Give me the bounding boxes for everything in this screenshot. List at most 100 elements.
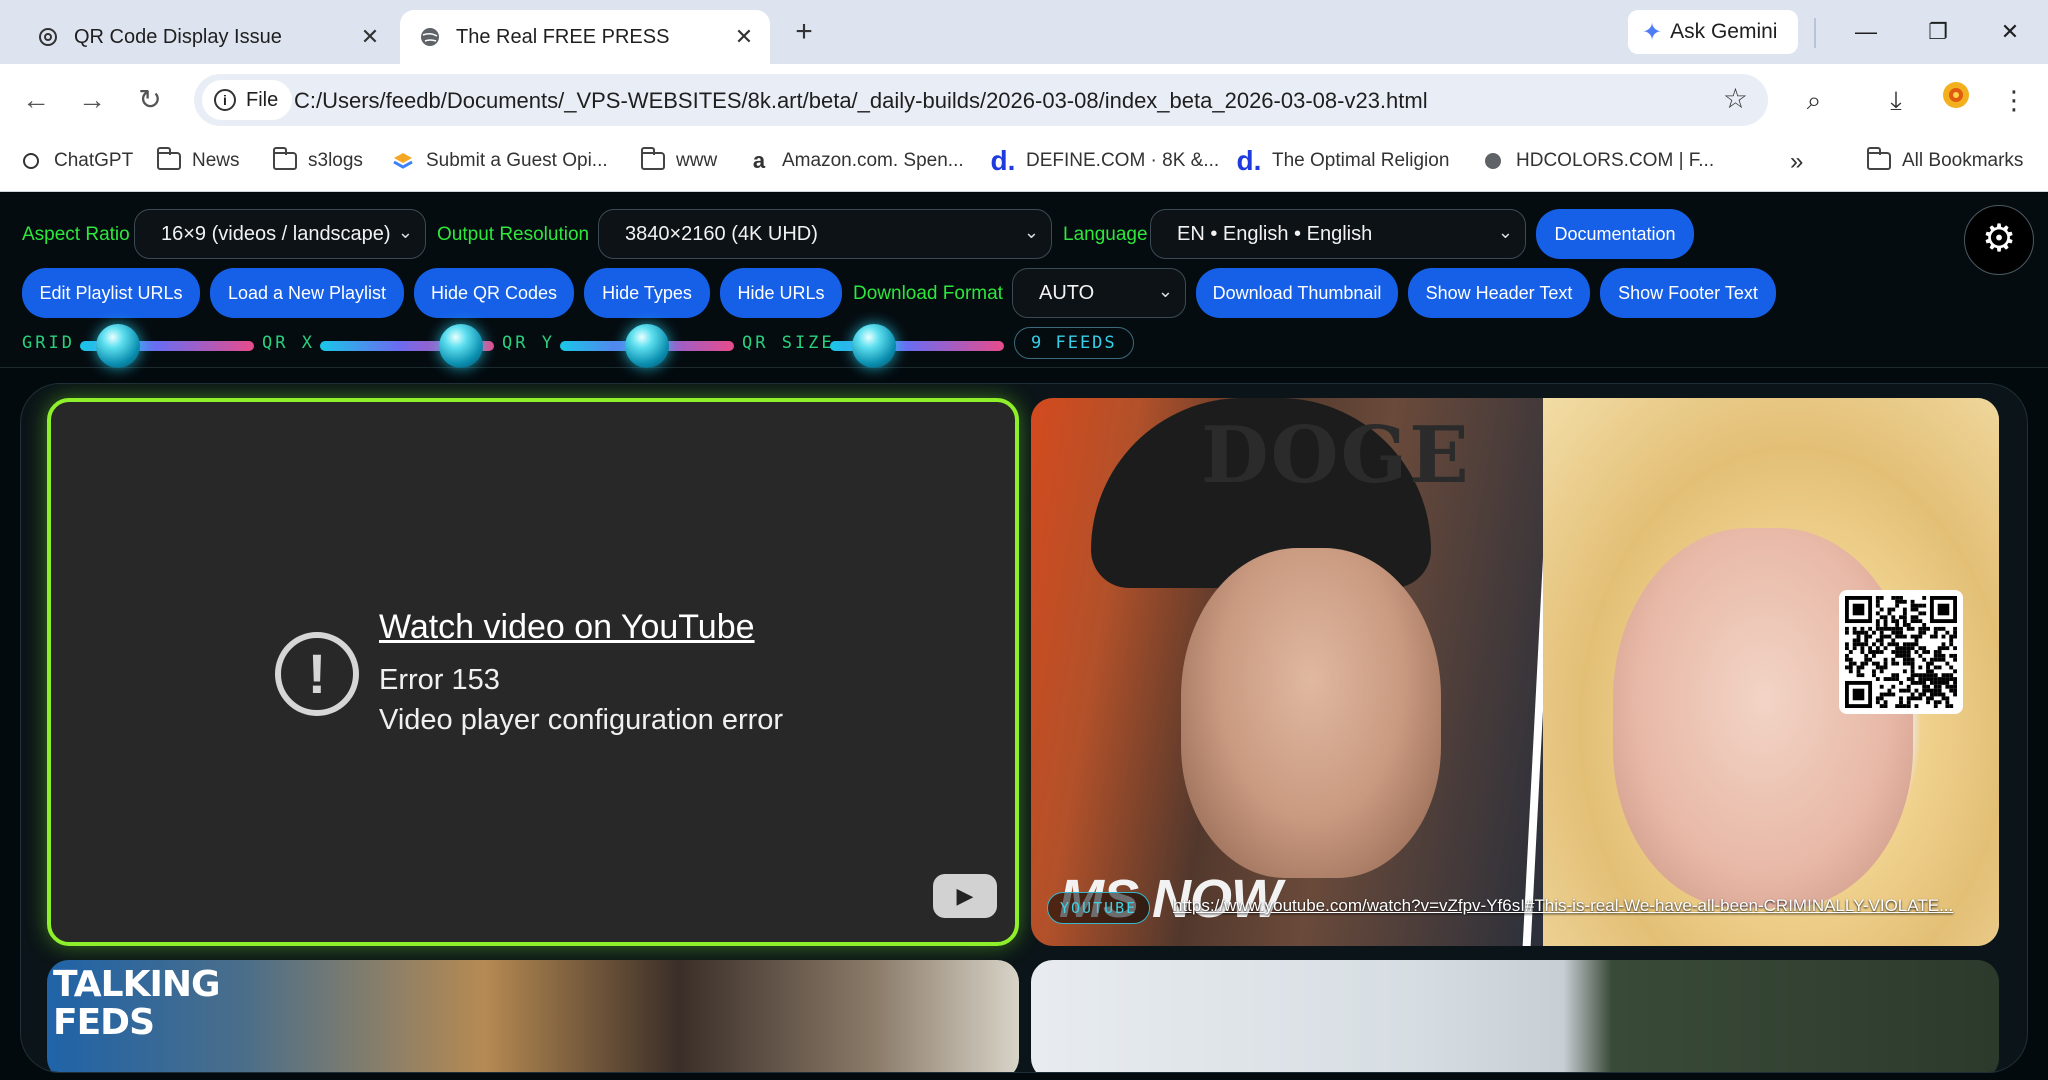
hide-urls-button[interactable]: Hide URLs: [720, 268, 842, 318]
chatgpt-icon: [36, 25, 60, 49]
qr-size-slider-knob[interactable]: [851, 324, 896, 368]
hide-qr-codes-button[interactable]: Hide QR Codes: [414, 268, 574, 318]
site-info-chip[interactable]: i File: [202, 80, 293, 120]
qr-y-slider-label: QR Y: [502, 333, 555, 353]
forward-arrow-icon[interactable]: →: [70, 78, 114, 122]
bookmark-label: Submit a Guest Opi...: [426, 150, 608, 171]
folder-icon: [272, 147, 298, 174]
video-thumbnail-cell[interactable]: [1031, 960, 1999, 1072]
download-thumbnail-button[interactable]: Download Thumbnail: [1196, 268, 1398, 318]
video-player-error-cell[interactable]: ! Watch video on YouTube Error 153 Video…: [47, 398, 1019, 946]
restore-icon[interactable]: ❐: [1918, 12, 1958, 52]
profile-avatar-icon[interactable]: [1936, 80, 1976, 120]
bookmark-label: DEFINE.COM · 8K &...: [1026, 150, 1220, 171]
woman-face: [1613, 528, 1913, 908]
tab-the-real-free-press[interactable]: The Real FREE PRESS ✕: [400, 10, 770, 64]
load-new-playlist-button[interactable]: Load a New Playlist: [210, 268, 404, 318]
ask-gemini-button[interactable]: ✦ Ask Gemini: [1628, 10, 1798, 54]
bookmark-s3logs[interactable]: s3logs: [272, 147, 363, 174]
chevron-down-icon: ⌄: [1497, 222, 1513, 242]
chevron-down-icon: ⌄: [397, 222, 413, 242]
folder-icon: [156, 147, 182, 174]
qr-y-slider-knob[interactable]: [625, 324, 669, 368]
aspect-ratio-select[interactable]: 16×9 (videos / landscape) ⌄: [134, 209, 426, 259]
tab-qr-code-display-issue[interactable]: QR Code Display Issue ✕: [18, 10, 396, 64]
bookmark-label: News: [192, 150, 240, 171]
app-root: Aspect Ratio 16×9 (videos / landscape) ⌄…: [0, 193, 2048, 1080]
video-url-link[interactable]: https://www.youtube.com/watch?v=vZfpv-Yf…: [1173, 896, 1973, 916]
video-thumbnail-cell[interactable]: DOGE MS NOW YOUTUBE https://www.youtube.…: [1031, 398, 1999, 946]
bookmark-hdcolors[interactable]: HDCOLORS.COM | F...: [1480, 148, 1714, 174]
define-d-icon: d.: [990, 145, 1016, 176]
search-page-icon[interactable]: ⌕: [1794, 80, 1834, 120]
show-header-text-button[interactable]: Show Header Text: [1408, 268, 1590, 318]
back-arrow-icon[interactable]: ←: [14, 78, 58, 122]
download-format-select[interactable]: AUTO ⌄: [1012, 268, 1186, 318]
aspect-ratio-label: Aspect Ratio: [22, 224, 130, 245]
download-format-value: AUTO: [1039, 281, 1095, 304]
globe-icon: [1480, 148, 1506, 174]
new-tab-button[interactable]: +: [786, 14, 822, 50]
qr-y-slider-track[interactable]: [560, 324, 734, 368]
feed-grid: ! Watch video on YouTube Error 153 Video…: [20, 383, 2028, 1073]
bookmark-star-icon[interactable]: ☆: [1723, 82, 1748, 115]
gemini-sparkle-icon: ✦: [1642, 18, 1663, 46]
edit-playlist-urls-button[interactable]: Edit Playlist URLs: [22, 268, 200, 318]
output-resolution-label: Output Resolution: [437, 224, 590, 245]
alert-circle-icon: !: [275, 632, 359, 716]
error-code: Error 153: [379, 664, 500, 696]
colorful-logo-icon: [390, 148, 416, 174]
output-resolution-value: 3840×2160 (4K UHD): [625, 222, 818, 245]
minimize-icon[interactable]: —: [1846, 12, 1886, 52]
documentation-button[interactable]: Documentation: [1536, 209, 1694, 259]
watch-on-youtube-link[interactable]: Watch video on YouTube: [379, 608, 755, 647]
all-bookmarks-button[interactable]: All Bookmarks: [1866, 147, 2023, 174]
tab-title: QR Code Display Issue: [74, 25, 282, 48]
settings-gear-icon[interactable]: ⚙: [1964, 205, 2034, 275]
output-resolution-select[interactable]: 3840×2160 (4K UHD) ⌄: [598, 209, 1052, 259]
logo-line-2: FEDS: [53, 1002, 155, 1043]
youtube-play-icon[interactable]: ▶: [933, 874, 997, 918]
site-info-label: File: [246, 88, 279, 111]
bookmark-news[interactable]: News: [156, 147, 240, 174]
bookmark-label: www: [676, 150, 718, 171]
more-menu-icon[interactable]: ⋮: [1994, 80, 2034, 120]
folder-icon: [640, 147, 666, 174]
amazon-icon: a: [752, 148, 766, 173]
url-text[interactable]: C:/Users/feedb/Documents/_VPS-WEBSITES/8…: [294, 88, 1428, 114]
bookmarks-overflow-button[interactable]: »: [1790, 148, 1803, 176]
bookmarks-bar: ChatGPT News s3logs Submit a Guest Opi..…: [0, 136, 2048, 192]
language-label: Language: [1063, 224, 1148, 245]
bookmark-submit-guest[interactable]: Submit a Guest Opi...: [390, 148, 608, 174]
qr-size-slider-label: QR SIZE: [742, 333, 835, 353]
bookmark-label: ChatGPT: [54, 150, 134, 171]
close-tab-icon[interactable]: ✕: [728, 24, 760, 50]
close-window-icon[interactable]: ✕: [1990, 12, 2030, 52]
language-select[interactable]: EN • English • English ⌄: [1150, 209, 1526, 259]
bookmark-define[interactable]: d. DEFINE.COM · 8K &...: [990, 145, 1220, 176]
info-icon: i: [214, 89, 236, 111]
qr-size-slider-track[interactable]: [830, 324, 1004, 368]
talking-feds-logo: TALKING FEDS: [53, 966, 221, 1043]
folder-icon: [1866, 147, 1892, 174]
qr-x-slider-track[interactable]: [320, 324, 494, 368]
qr-code[interactable]: [1839, 590, 1963, 714]
qr-x-slider-knob[interactable]: [438, 324, 483, 368]
chevron-down-icon: ⌄: [1157, 281, 1173, 301]
download-icon[interactable]: ⤓: [1876, 80, 1916, 120]
video-thumbnail-cell[interactable]: TALKING FEDS: [47, 960, 1019, 1072]
bookmark-www[interactable]: www: [640, 147, 718, 174]
bookmark-chatgpt[interactable]: ChatGPT: [18, 148, 133, 174]
bookmark-label: s3logs: [308, 150, 363, 171]
hide-types-button[interactable]: Hide Types: [584, 268, 710, 318]
close-tab-icon[interactable]: ✕: [354, 24, 386, 50]
show-footer-text-button[interactable]: Show Footer Text: [1600, 268, 1776, 318]
reload-icon[interactable]: ↻: [128, 78, 172, 122]
grid-slider-knob[interactable]: [96, 324, 141, 368]
bookmark-amazon[interactable]: a Amazon.com. Spen...: [746, 148, 964, 174]
bookmark-optimal-religion[interactable]: d. The Optimal Religion: [1236, 145, 1450, 176]
address-bar[interactable]: i File C:/Users/feedb/Documents/_VPS-WEB…: [194, 74, 1768, 126]
browser-tabstrip: QR Code Display Issue ✕ The Real FREE PR…: [0, 0, 2048, 64]
grid-slider-track[interactable]: [80, 324, 254, 368]
bookmark-label: The Optimal Religion: [1272, 150, 1450, 171]
